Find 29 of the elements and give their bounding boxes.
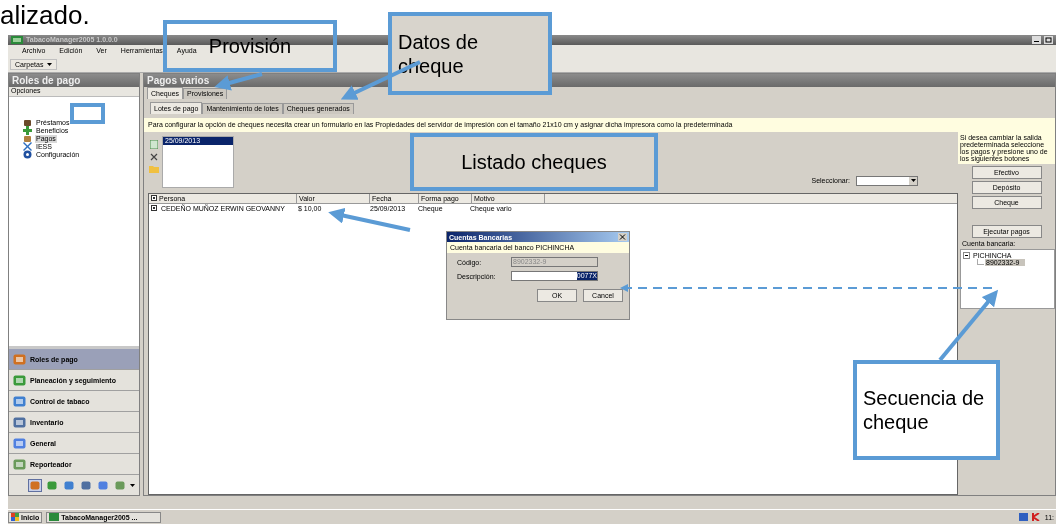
flag-icon bbox=[11, 513, 19, 521]
item-icon bbox=[23, 142, 32, 152]
module-icon bbox=[13, 353, 26, 365]
caret-icon[interactable] bbox=[910, 179, 916, 183]
module-icon bbox=[13, 416, 26, 428]
module-icon bbox=[13, 437, 26, 449]
app-icon bbox=[11, 36, 23, 44]
minimize-icon[interactable] bbox=[1032, 36, 1041, 44]
callout-text: Listado cheques bbox=[461, 150, 607, 174]
module-shortcut[interactable] bbox=[28, 478, 42, 492]
callout-text: Secuencia de cheque bbox=[863, 386, 986, 434]
module-icon bbox=[13, 374, 26, 386]
tray-icon[interactable] bbox=[1031, 513, 1041, 521]
select-dropdown[interactable] bbox=[856, 175, 918, 186]
document-text: alizado. bbox=[0, 0, 90, 30]
close-icon[interactable] bbox=[618, 233, 627, 241]
collapse-icon[interactable] bbox=[963, 251, 970, 259]
restore-icon[interactable] bbox=[1044, 36, 1053, 44]
module-icon bbox=[13, 458, 26, 470]
module-icon bbox=[13, 395, 26, 407]
caret-icon bbox=[47, 62, 53, 66]
app-icon bbox=[49, 513, 60, 521]
item-icon bbox=[23, 126, 32, 136]
checkbox[interactable] bbox=[151, 195, 157, 202]
caret-icon[interactable] bbox=[130, 483, 135, 487]
tray-icon[interactable] bbox=[1018, 513, 1028, 521]
checkbox[interactable] bbox=[151, 205, 157, 212]
panel-header: Roles de pago bbox=[9, 73, 139, 87]
callout-box bbox=[70, 103, 105, 124]
